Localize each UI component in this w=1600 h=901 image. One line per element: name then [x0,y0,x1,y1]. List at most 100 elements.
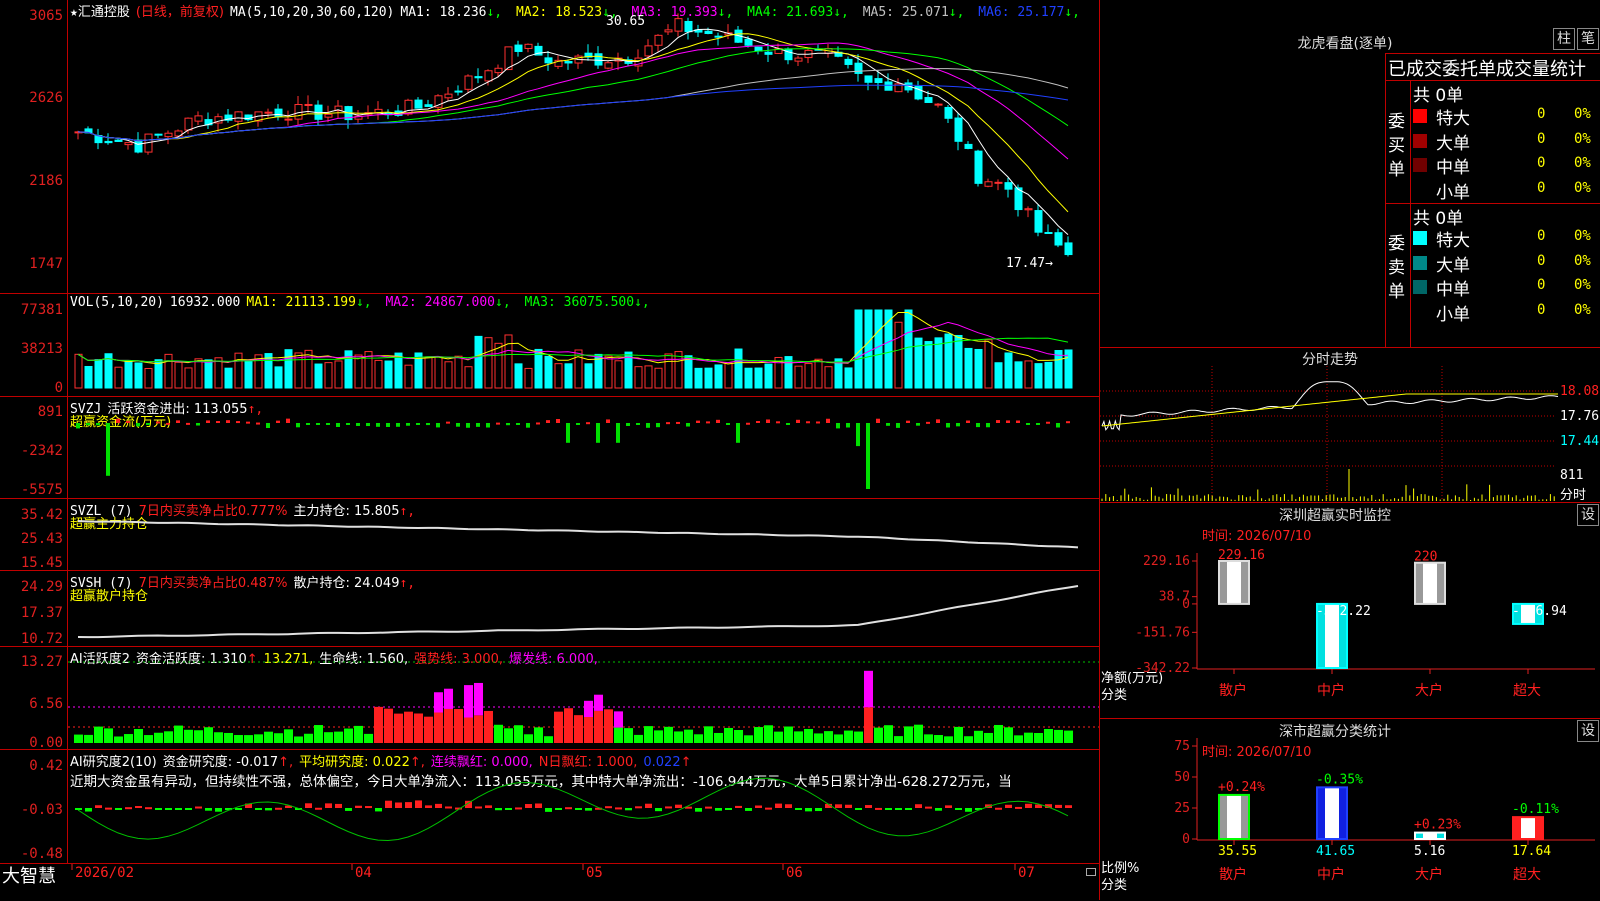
research-bar [745,808,752,811]
intraday-chart[interactable] [1100,366,1600,503]
candle [704,30,713,34]
flow-bar [546,420,550,423]
y-label: 2186 [29,173,63,189]
activity-bar [634,734,643,743]
candle [934,103,943,106]
activity-burst-bar [474,682,483,716]
volume-bar [584,363,593,389]
flow-bar [846,423,850,428]
flow-bar [436,423,440,428]
order-color-swatch [1413,182,1427,197]
candle [454,90,463,93]
flow-bar [786,423,790,425]
y-label: 0 [54,380,63,396]
activity-bar [144,735,153,743]
research-bar [785,804,792,808]
tick-mode-button[interactable]: 笔 [1577,28,1599,50]
volume-bar [244,359,253,389]
svsh-chart[interactable] [68,571,1099,646]
svzl-chart[interactable] [68,499,1099,570]
category-label: 中户 [1317,682,1345,699]
order-count: 0 [1537,130,1546,147]
flow-bar [136,423,140,427]
order-percent: 0% [1574,130,1591,147]
order-color-swatch [1413,158,1427,172]
activity-bar [784,726,793,743]
volume-bar [844,367,853,389]
activity-bar [194,730,203,743]
flow-bar [766,419,770,423]
sz-monitor-chart[interactable]: 229.1638.70-151.76-342.22229.16散户-342.22… [1100,503,1600,719]
flow-bar [626,423,630,426]
sz-monitor-panel[interactable]: 深圳超赢实时监控 设 时间: 2026/07/10 229.16 38.7 0 -15… [1099,502,1600,718]
activity-bar [294,736,303,743]
price-panel[interactable]: 3065 2626 2186 1747 ★汇通控股 (日线，前复权) MA(5,10… [0,0,1099,294]
dragon-subtitle: 已成交委托单成交量统计 [1388,59,1586,80]
research-bar [175,808,182,810]
volume-chart[interactable] [68,294,1099,396]
flow-bar [956,423,960,427]
volume-bar [684,355,693,389]
ai-activity-chart[interactable] [68,647,1099,749]
activity-bar [204,727,213,743]
intraday-panel[interactable]: 分时走势 18.08 17.76 17.44 811 分时 [1099,347,1600,503]
activity-bar [684,729,693,743]
research-bar [885,808,892,810]
volume-bar [514,363,523,389]
activity-bar [364,733,373,743]
sz-class-chart[interactable]: 75 50 25 0 35.55 +0.24% 散户 41.65 -0.35% 中户 5.16 +0.… [1100,719,1600,901]
order-count: 0 [1537,155,1546,171]
flow-bar [116,418,120,423]
volume-bar [454,355,463,389]
activity-bar [704,726,713,743]
svzj-panel[interactable]: 891 -2342 -5575 SVZJ 活跃资金进出: 113.055↑, 超赢… [0,397,1099,499]
candle [424,104,433,107]
flow-bar [1046,421,1050,424]
activity-bar [614,727,623,743]
research-bar [165,808,172,810]
candle [164,132,173,138]
research-panel[interactable]: 0.42 -0.03 -0.48 AI研究度2(10) 资金研究度: -0.017… [0,750,1099,863]
flow-bar [196,423,200,426]
bar-mode-button[interactable]: 柱 [1553,28,1575,50]
flow-bar [476,423,480,427]
candlestick-chart[interactable] [68,0,1099,293]
dragon-tiger-panel[interactable]: 龙虎看盘(逐单) 柱 笔 已成交委托单成交量统计 委买单 委卖单 共 0单 共 … [1099,0,1600,347]
intraday-y-label: 17.76 [1560,409,1600,424]
research-bar [525,804,532,808]
volume-bar [424,356,433,389]
svzl-panel[interactable]: 35.42 25.43 15.45 SVZL (7) 7日内买卖净占比0.777%… [0,499,1099,571]
svsh-panel[interactable]: 24.29 17.37 10.72 SVSH (7) 7日内买卖净占比0.487%… [0,571,1099,647]
research-bar [715,808,722,811]
volume-panel[interactable]: 77381 38213 0 VOL(5,10,20) 16932.000 MA1: … [0,294,1099,397]
category-label: 大户 [1415,682,1443,699]
svzl-svg [77,520,1079,549]
flow-bar [1016,420,1020,423]
flow-bar [186,422,190,425]
bar-value-label: 41.65 [1316,844,1355,859]
activity-bar [474,715,483,743]
ai-activity-panel[interactable]: 13.27 6.56 0.00 AI活跃度2 资金活跃度: 1.310↑ 13.27… [0,647,1099,751]
candle [194,115,203,122]
flow-bar [246,421,250,424]
volume-bar [964,347,973,389]
y-label: 77381 [20,302,63,318]
category-label: 散户 [1219,682,1247,699]
activity-bar [164,731,173,743]
sz-class-panel[interactable]: 深市超赢分类统计 设 时间: 2026/07/10 75 50 25 0 35.55 +0… [1099,718,1600,900]
activity-bar [104,728,113,743]
activity-bar [854,731,863,743]
flow-bar [226,420,230,423]
activity-bar [384,708,393,743]
research-chart[interactable] [68,750,1099,863]
candle [404,99,413,115]
buy-side-label: 委买单 [1388,112,1405,180]
svzj-chart[interactable] [68,397,1099,498]
candle [674,18,683,32]
volume-bar [404,364,413,389]
date-axis-bar[interactable]: 大智慧 2026/02 04 05 06 07 [0,863,1099,901]
flow-bar [596,423,600,443]
ma2-line [77,33,1069,213]
research-bar [935,808,942,811]
candle [184,117,193,131]
